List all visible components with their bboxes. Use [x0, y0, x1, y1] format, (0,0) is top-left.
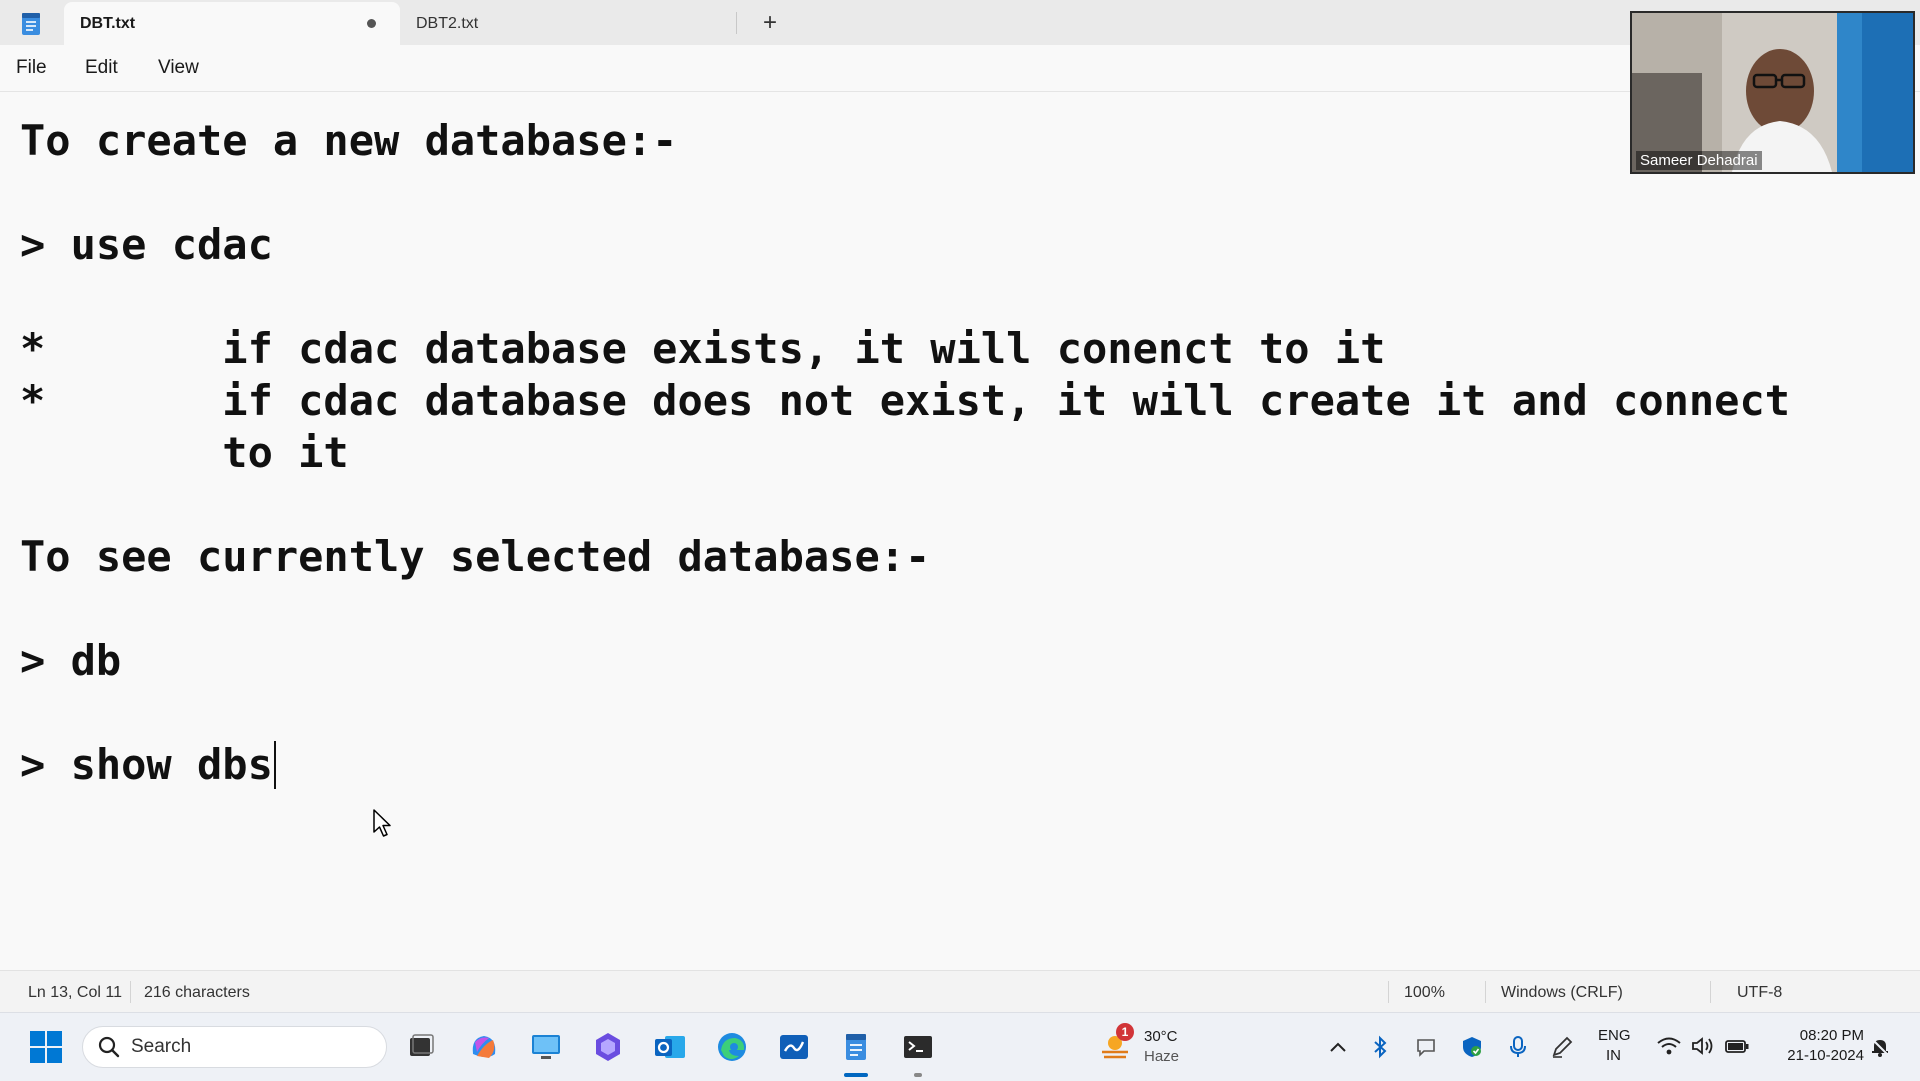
editor-line: To create a new database:- — [20, 116, 678, 165]
hexagon-app-icon — [596, 1033, 620, 1061]
edge-button[interactable] — [712, 1027, 752, 1067]
outlook-icon — [655, 1036, 685, 1058]
menu-file[interactable]: File — [16, 57, 47, 79]
editor-line-current: > show dbs — [20, 739, 276, 791]
participant-name: Sameer Dehadrai — [1636, 151, 1762, 170]
network-volume-battery-button[interactable] — [1652, 1031, 1752, 1063]
editor-line: to it — [20, 428, 349, 477]
teams-button[interactable] — [588, 1027, 628, 1067]
tab-label: DBT.txt — [80, 14, 136, 32]
bluetooth-button[interactable] — [1362, 1027, 1398, 1067]
participant-video-icon — [1632, 13, 1913, 172]
running-app-indicator — [914, 1073, 922, 1077]
editor-line: > db — [20, 636, 122, 685]
remote-desktop-button[interactable] — [526, 1027, 566, 1067]
region-code: IN — [1606, 1047, 1621, 1064]
text-caret — [273, 741, 276, 789]
terminal-button[interactable] — [898, 1027, 938, 1067]
weather-widget[interactable]: 1 30°C Haze — [1096, 1023, 1186, 1071]
copilot-icon — [472, 1036, 496, 1058]
weather-badge: 1 — [1116, 1023, 1134, 1041]
line-ending[interactable]: Windows (CRLF) — [1501, 984, 1623, 1002]
input-language-button[interactable]: ENG IN — [1590, 1025, 1640, 1069]
notification-bell-icon — [1870, 1037, 1890, 1057]
volume-icon — [1692, 1037, 1713, 1055]
plus-icon: + — [762, 9, 777, 36]
zoom-level[interactable]: 100% — [1404, 984, 1445, 1002]
meet-now-button[interactable] — [1408, 1027, 1444, 1067]
clock-date: 21-10-2024 — [1787, 1047, 1864, 1064]
menu-edit[interactable]: Edit — [85, 57, 118, 79]
weather-condition: Haze — [1144, 1048, 1180, 1065]
mouse-pointer-icon — [373, 809, 391, 837]
tab-dbt[interactable]: DBT.txt — [64, 2, 400, 45]
notepad-taskbar-button[interactable] — [836, 1027, 876, 1067]
notepad-app-icon — [22, 13, 40, 35]
status-bar: Ln 13, Col 11 216 characters 100% Window… — [0, 970, 1920, 1013]
editor-line: To see currently selected database:- — [20, 532, 931, 581]
taskbar-search[interactable]: Search — [82, 1026, 387, 1068]
security-button[interactable] — [1454, 1027, 1490, 1067]
tab-divider — [736, 12, 737, 34]
show-hidden-icons-button[interactable] — [1318, 1027, 1358, 1067]
edge-browser-icon — [718, 1033, 746, 1061]
notifications-button[interactable] — [1862, 1027, 1898, 1067]
editor-line: * if cdac database does not exist, it wi… — [20, 376, 1791, 425]
taskbar: Search 1 30°C Haze ENG IN 08:20 PM 21-10… — [0, 1012, 1920, 1081]
terminal-icon — [904, 1036, 932, 1058]
editor-line: > use cdac — [20, 220, 273, 269]
whiteboard-button[interactable] — [774, 1027, 814, 1067]
windows-logo-icon — [30, 1031, 62, 1063]
shield-icon — [1463, 1037, 1481, 1057]
notepad-icon — [846, 1034, 866, 1060]
chat-icon — [1417, 1039, 1435, 1057]
text-editor[interactable]: To create a new database:- > use cdac * … — [0, 92, 1920, 970]
clock-button[interactable]: 08:20 PM 21-10-2024 — [1764, 1025, 1864, 1069]
task-view-button[interactable] — [400, 1027, 440, 1067]
tab-label: DBT2.txt — [416, 14, 479, 32]
search-label: Search — [131, 1036, 192, 1057]
editor-line-text: > show dbs — [20, 740, 273, 789]
clock-time: 08:20 PM — [1799, 1027, 1864, 1044]
wifi-icon — [1657, 1037, 1681, 1055]
tab-dbt2[interactable]: DBT2.txt — [400, 2, 736, 45]
bluetooth-icon — [1374, 1035, 1387, 1059]
copilot-button[interactable] — [464, 1027, 504, 1067]
pen-icon — [1552, 1036, 1573, 1058]
task-view-icon — [410, 1034, 434, 1056]
active-app-indicator — [844, 1073, 868, 1077]
weather-temp: 30°C — [1144, 1028, 1178, 1045]
video-call-thumbnail[interactable]: Sameer Dehadrai — [1630, 11, 1915, 174]
cursor-position: Ln 13, Col 11 — [28, 984, 122, 1001]
status-divider — [1710, 981, 1711, 1003]
microphone-button[interactable] — [1500, 1027, 1536, 1067]
start-button[interactable] — [26, 1027, 66, 1067]
microphone-icon — [1510, 1036, 1526, 1057]
whiteboard-icon — [780, 1035, 808, 1059]
unsaved-dot-icon — [367, 19, 376, 28]
battery-icon — [1725, 1040, 1749, 1053]
new-tab-button[interactable]: + — [754, 8, 786, 38]
language-code: ENG — [1598, 1027, 1631, 1044]
pen-button[interactable] — [1544, 1027, 1580, 1067]
outlook-button[interactable] — [650, 1027, 690, 1067]
chevron-up-icon — [1330, 1042, 1346, 1052]
menu-view[interactable]: View — [158, 57, 199, 79]
status-divider — [1485, 981, 1486, 1003]
search-icon — [98, 1036, 120, 1058]
status-divider — [130, 981, 131, 1003]
encoding[interactable]: UTF-8 — [1737, 984, 1782, 1002]
monitor-icon — [532, 1035, 560, 1059]
editor-line: * if cdac database exists, it will conen… — [20, 324, 1386, 373]
status-divider — [1388, 981, 1389, 1003]
character-count: 216 characters — [144, 984, 250, 1001]
